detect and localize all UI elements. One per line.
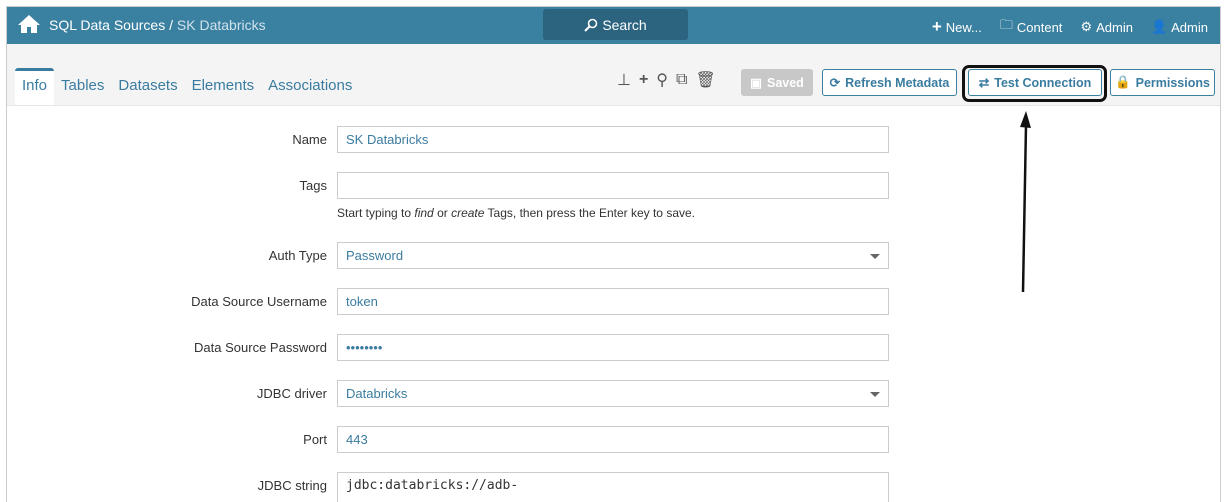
search-label: Search — [602, 16, 647, 33]
user-menu[interactable]: 👤 Admin — [1151, 16, 1208, 38]
saved-button[interactable]: ▣ Saved — [741, 69, 813, 96]
jdbc-driver-select[interactable]: Databricks — [337, 380, 889, 407]
content-label: Content — [1016, 19, 1063, 35]
chevron-down-icon — [870, 254, 880, 264]
password-label: Data Source Password — [194, 340, 327, 355]
folder-icon: 🗀 — [999, 17, 1013, 32]
auth-type-select[interactable]: Password — [337, 242, 889, 269]
tags-input[interactable] — [337, 172, 889, 199]
breadcrumb-sep: / — [165, 17, 177, 33]
annotation-arrow-icon — [1020, 111, 1031, 293]
username-label: Data Source Username — [191, 294, 327, 309]
tab-associations[interactable]: Associations — [261, 68, 359, 105]
top-nav: SQL Data Sources / SK Databricks Search … — [7, 7, 1220, 44]
search-icon — [584, 18, 598, 32]
tab-datasets[interactable]: Datasets — [111, 68, 184, 105]
auth-label: Auth Type — [268, 248, 327, 263]
saved-label: Saved — [766, 75, 804, 90]
refresh-metadata-button[interactable]: ⟳ Refresh Metadata — [822, 69, 957, 96]
breadcrumb-parent[interactable]: SQL Data Sources — [49, 17, 165, 33]
help-find: find — [414, 206, 434, 220]
gear-icon: ⚙ — [1080, 19, 1093, 34]
app-window: SQL Data Sources / SK Databricks Search … — [6, 6, 1221, 502]
help-create: create — [451, 206, 485, 220]
driver-value: Databricks — [346, 386, 408, 401]
lock-icon: 🔒 — [1115, 75, 1131, 89]
admin-label: Admin — [1096, 19, 1133, 35]
highlight-box — [962, 65, 1107, 102]
new-button[interactable]: + New... — [932, 16, 982, 38]
content-button[interactable]: 🗀 Content — [1000, 16, 1063, 38]
refresh-label: Refresh Metadata — [845, 75, 950, 90]
search-button[interactable]: Search — [543, 9, 688, 40]
driver-label: JDBC driver — [256, 386, 327, 401]
plus-icon[interactable]: + — [639, 71, 648, 89]
user-icon: 👤 — [1150, 19, 1168, 34]
admin-button[interactable]: ⚙ Admin — [1080, 16, 1133, 38]
auth-value: Password — [346, 248, 404, 263]
permissions-button[interactable]: 🔒 Permissions — [1110, 69, 1215, 96]
name-input[interactable]: SK Databricks — [337, 126, 889, 153]
help-text: or — [433, 206, 452, 220]
new-label: New... — [945, 19, 982, 35]
tags-help: Start typing to find or create Tags, the… — [337, 206, 695, 220]
copy-icon[interactable]: ⧉ — [676, 71, 687, 89]
breadcrumb-current: SK Databricks — [176, 17, 266, 33]
help-text: Tags, then press the Enter key to save. — [484, 206, 695, 220]
save-icon: ▣ — [750, 76, 762, 90]
search-icon[interactable]: ⚲ — [656, 70, 668, 90]
tags-label: Tags — [299, 178, 327, 193]
home-icon[interactable] — [17, 14, 41, 34]
permissions-label: Permissions — [1135, 75, 1210, 90]
plus-icon: + — [931, 17, 942, 36]
help-text: Start typing to — [337, 206, 415, 220]
tab-info[interactable]: Info — [15, 68, 55, 105]
tab-tables[interactable]: Tables — [54, 68, 111, 105]
breadcrumb: SQL Data Sources / SK Databricks — [49, 17, 266, 33]
port-label: Port — [303, 432, 327, 447]
chevron-down-icon — [870, 392, 880, 402]
refresh-icon: ⟳ — [829, 76, 841, 90]
tab-elements[interactable]: Elements — [185, 68, 262, 105]
username-input[interactable]: token — [337, 288, 889, 315]
trash-icon[interactable]: 🗑 — [695, 70, 715, 90]
name-label: Name — [292, 132, 327, 147]
port-input[interactable]: 443 — [337, 426, 889, 453]
user-label: Admin — [1171, 19, 1208, 35]
hierarchy-icon[interactable]: ⊥ — [617, 70, 631, 90]
jdbc-string-input[interactable]: jdbc:databricks://adb- — [337, 472, 889, 502]
password-input[interactable]: •••••••• — [337, 334, 889, 361]
jdbc-label: JDBC string — [257, 478, 327, 493]
